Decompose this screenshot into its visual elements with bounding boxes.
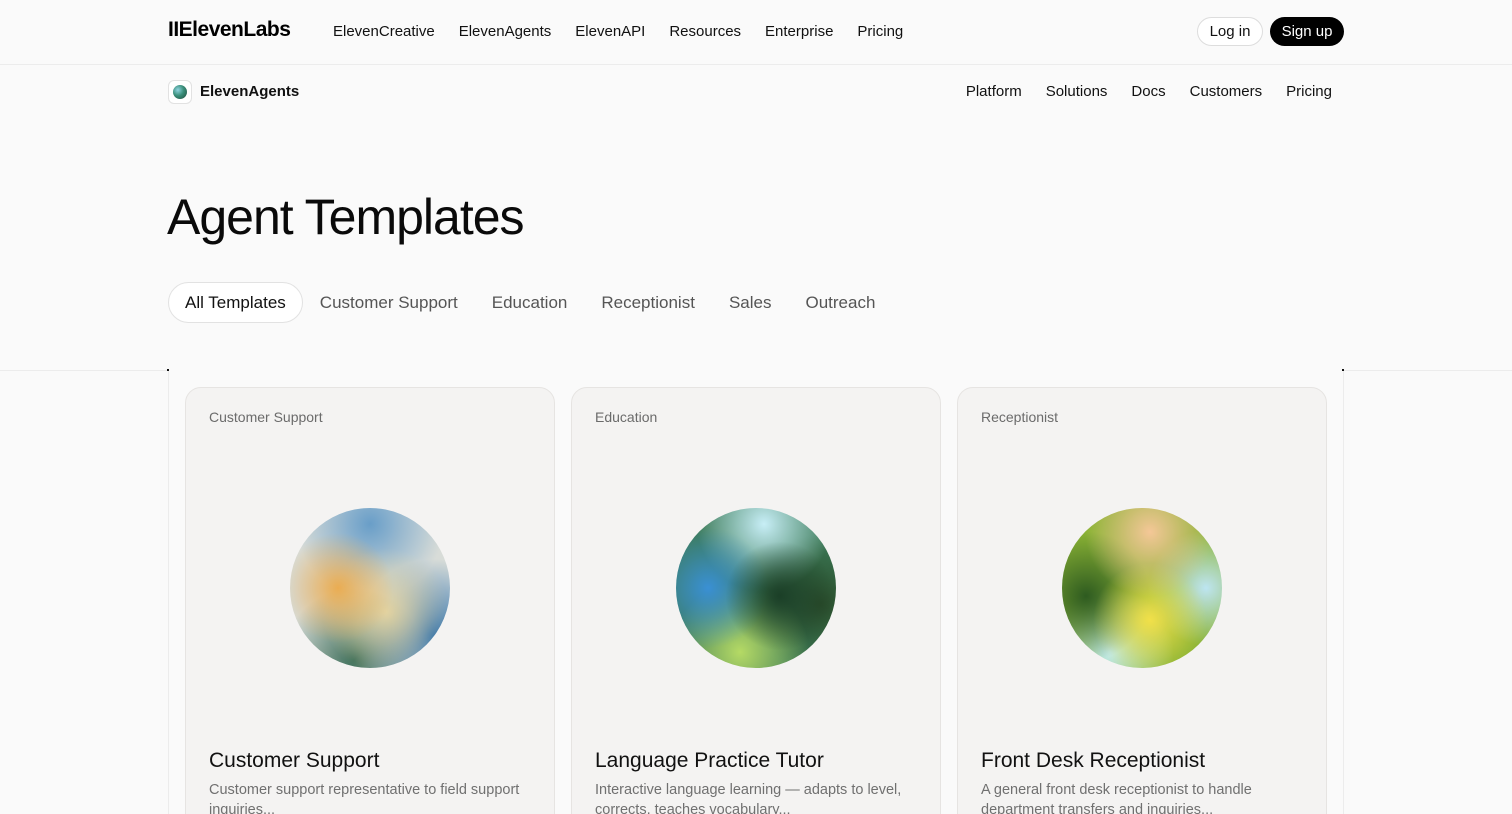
- tab-education[interactable]: Education: [475, 282, 585, 323]
- subnav-link-solutions[interactable]: Solutions: [1046, 83, 1108, 100]
- orb-image: [676, 508, 836, 668]
- product-nav: Platform Solutions Docs Customers Pricin…: [942, 83, 1332, 100]
- card-title: Customer Support: [209, 749, 380, 772]
- tab-customer-support[interactable]: Customer Support: [303, 282, 475, 323]
- card-category: Receptionist: [981, 409, 1059, 425]
- nav-link-elevenapi[interactable]: ElevenAPI: [575, 23, 645, 40]
- subnav-link-docs[interactable]: Docs: [1131, 83, 1165, 100]
- template-card[interactable]: Receptionist Front Desk Receptionist A g…: [957, 387, 1327, 814]
- card-description: Interactive language learning — adapts t…: [595, 782, 902, 814]
- tab-sales[interactable]: Sales: [712, 282, 789, 323]
- frame-corner-mark: [167, 369, 169, 371]
- signup-button[interactable]: Sign up: [1270, 17, 1344, 46]
- template-card[interactable]: Customer Support Customer Support Custom…: [185, 387, 555, 814]
- nav-link-pricing[interactable]: Pricing: [857, 23, 903, 40]
- card-title: Front Desk Receptionist: [981, 749, 1206, 772]
- subnav-link-pricing[interactable]: Pricing: [1286, 83, 1332, 100]
- page-title: Agent Templates: [167, 189, 525, 245]
- template-card[interactable]: Education Language Practice Tutor Intera…: [571, 387, 941, 814]
- product-title[interactable]: ElevenAgents: [200, 83, 299, 100]
- card-category: Customer Support: [209, 409, 323, 425]
- card-title: Language Practice Tutor: [595, 749, 824, 772]
- orb-image: [290, 508, 450, 668]
- orb-image: [1062, 508, 1222, 668]
- nav-link-resources[interactable]: Resources: [669, 23, 741, 40]
- subnav-link-customers[interactable]: Customers: [1190, 83, 1263, 100]
- frame-corner-mark: [1342, 369, 1344, 371]
- elevenagents-product-icon[interactable]: [168, 80, 192, 104]
- card-description: Customer support representative to field…: [209, 782, 520, 814]
- tab-outreach[interactable]: Outreach: [788, 282, 892, 323]
- tab-receptionist[interactable]: Receptionist: [584, 282, 712, 323]
- orb-icon: [173, 85, 187, 99]
- nav-link-enterprise[interactable]: Enterprise: [765, 23, 833, 40]
- elevenlabs-logo[interactable]: IIElevenLabs: [168, 18, 291, 42]
- subnav-link-platform[interactable]: Platform: [966, 83, 1022, 100]
- card-description: A general front desk receptionist to han…: [981, 782, 1252, 814]
- nav-link-elevenagents[interactable]: ElevenAgents: [459, 23, 552, 40]
- login-button[interactable]: Log in: [1197, 17, 1263, 46]
- template-filter-tabs: All Templates Customer Support Education…: [168, 282, 892, 323]
- main-nav: ElevenCreative ElevenAgents ElevenAPI Re…: [333, 23, 927, 40]
- card-category: Education: [595, 409, 658, 425]
- tab-all-templates[interactable]: All Templates: [168, 282, 303, 323]
- top-navbar: IIElevenLabs ElevenCreative ElevenAgents…: [0, 0, 1512, 65]
- nav-link-elevencreative[interactable]: ElevenCreative: [333, 23, 435, 40]
